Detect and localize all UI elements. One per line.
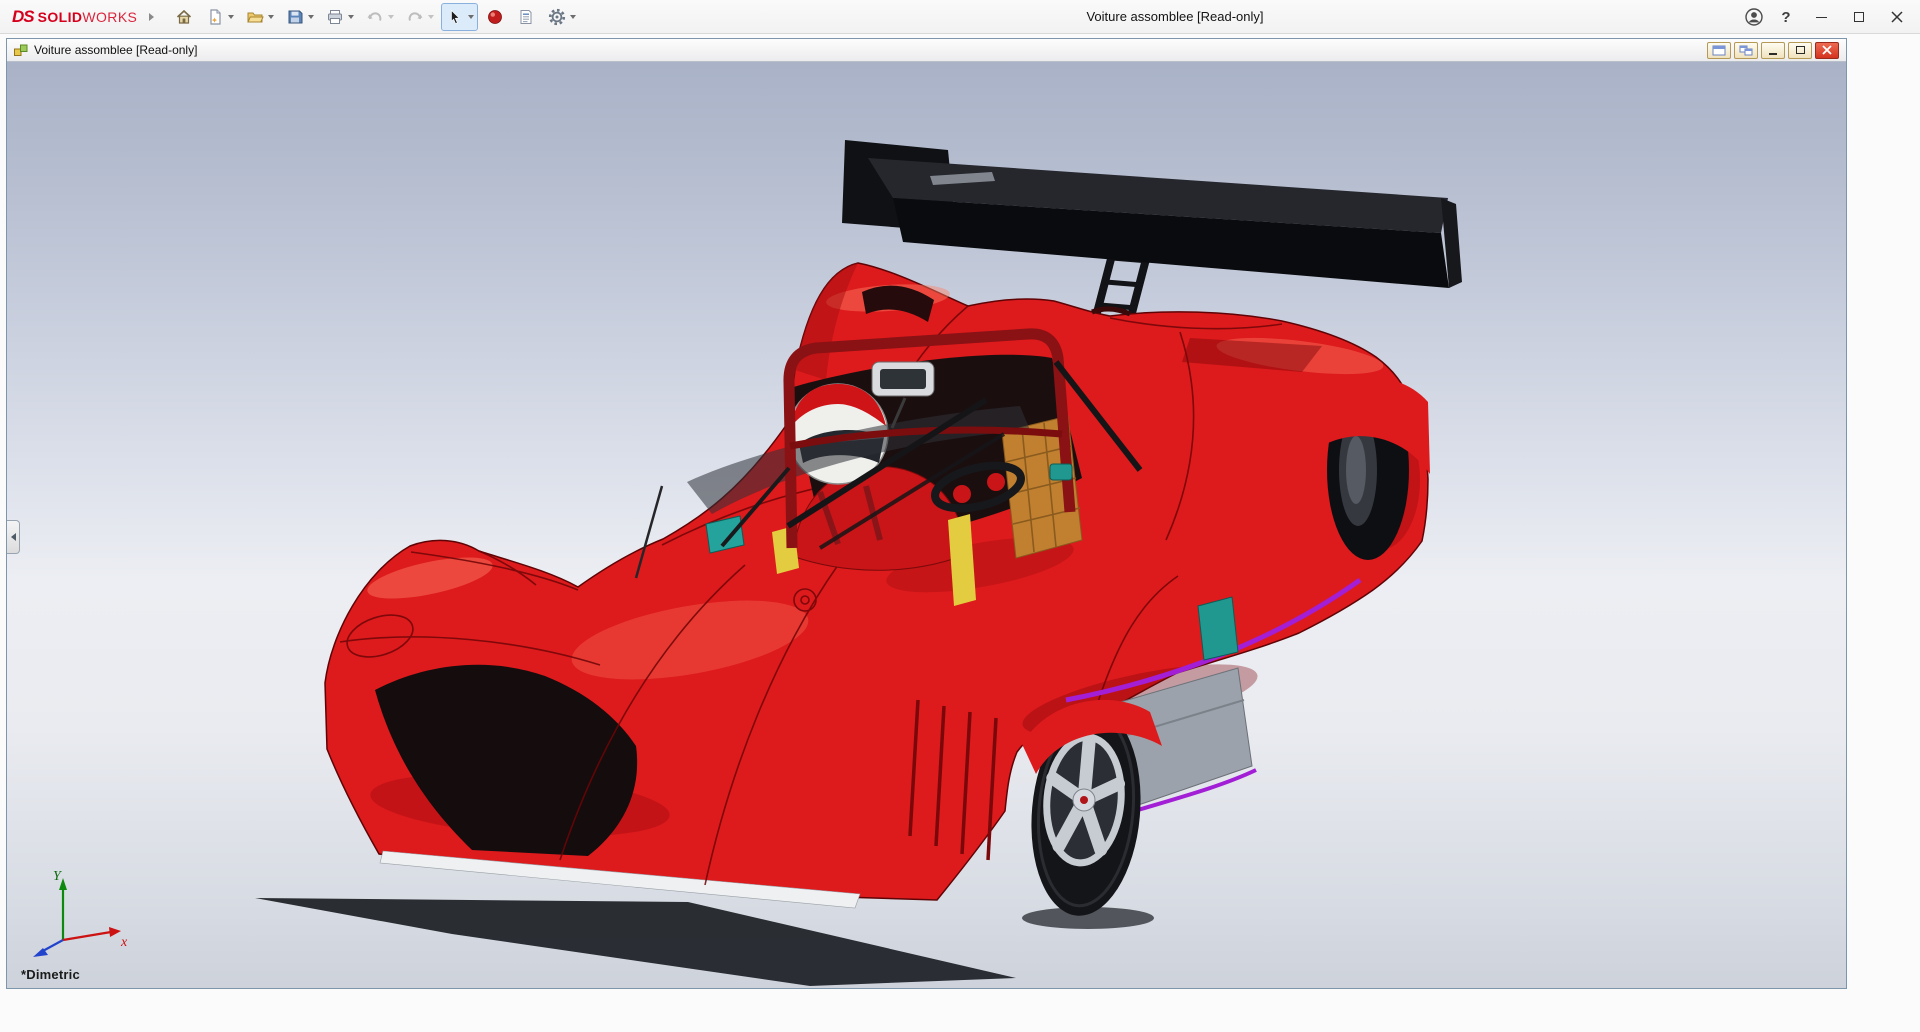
red-sphere-icon (485, 7, 505, 27)
driver-glove (953, 485, 971, 503)
main-titlebar: DS SOLIDWORKS (0, 0, 1920, 34)
document-close-button[interactable] (1815, 42, 1839, 59)
document-window: Voiture assomblee [Read-only] (6, 38, 1847, 989)
quick-access-toolbar (170, 3, 580, 31)
featuremanager-collapsed-tab[interactable] (7, 520, 20, 554)
close-icon (1891, 11, 1903, 23)
redo-button[interactable] (401, 3, 438, 31)
titlebar-right-controls: ? (1738, 0, 1916, 34)
save-button[interactable] (281, 3, 318, 31)
select-arrow-icon (445, 7, 465, 27)
graphics-viewport[interactable]: Y x *Dimetric (7, 62, 1846, 988)
dropdown-caret-icon[interactable] (228, 15, 234, 19)
brand-works: WORKS (82, 9, 137, 25)
file-properties-icon (516, 7, 536, 27)
reference-triad: Y x (23, 862, 133, 962)
ground-shadow (255, 898, 1016, 986)
save-icon (285, 7, 305, 27)
minimize-icon (1816, 17, 1827, 18)
maximize-icon (1854, 12, 1864, 22)
open-folder-icon (245, 7, 265, 27)
window-layout-button-2[interactable] (1734, 42, 1758, 59)
print-button[interactable] (321, 3, 358, 31)
solidworks-logo: DS SOLIDWORKS (12, 7, 137, 27)
x-axis (63, 932, 111, 940)
dropdown-caret-icon[interactable] (308, 15, 314, 19)
document-title: Voiture assomblee [Read-only] (34, 43, 197, 57)
close-icon (1822, 45, 1832, 55)
minimize-icon (1769, 53, 1777, 55)
dropdown-caret-icon[interactable] (468, 15, 474, 19)
close-button[interactable] (1878, 1, 1916, 33)
undo-icon (365, 7, 385, 27)
maximize-icon (1796, 46, 1805, 54)
account-button[interactable] (1738, 2, 1770, 32)
window-title: Voiture assomblee [Read-only] (620, 0, 1730, 34)
open-button[interactable] (241, 3, 278, 31)
document-minimize-button[interactable] (1761, 42, 1785, 59)
scene-canvas[interactable] (7, 62, 1846, 988)
solidworks-wordmark: SOLIDWORKS (38, 9, 138, 25)
dropdown-caret-icon[interactable] (348, 15, 354, 19)
assembly-document-icon (13, 42, 29, 58)
document-maximize-button[interactable] (1788, 42, 1812, 59)
new-document-icon (205, 7, 225, 27)
window-layout-button-1[interactable] (1707, 42, 1731, 59)
x-axis-label: x (120, 935, 128, 950)
dropdown-caret-icon[interactable] (570, 15, 576, 19)
toolbar-flyout-arrow-icon[interactable] (149, 13, 154, 21)
dassault-logo-icon: DS (12, 7, 34, 27)
new-document-button[interactable] (201, 3, 238, 31)
y-axis-label: Y (53, 869, 63, 884)
document-titlebar[interactable]: Voiture assomblee [Read-only] (7, 39, 1846, 62)
help-icon: ? (1781, 9, 1790, 26)
right-mirror (1050, 464, 1072, 480)
undo-button[interactable] (361, 3, 398, 31)
print-icon (325, 7, 345, 27)
document-window-controls (1707, 42, 1842, 59)
side-window[interactable] (1198, 597, 1238, 660)
driver-glove (987, 473, 1005, 491)
home-button[interactable] (170, 3, 198, 31)
redo-icon (405, 7, 425, 27)
dropdown-caret-icon (428, 15, 434, 19)
window-icon (1712, 45, 1726, 56)
gear-icon (547, 7, 567, 27)
dropdown-caret-icon[interactable] (268, 15, 274, 19)
dropdown-caret-icon (388, 15, 394, 19)
maximize-button[interactable] (1840, 1, 1878, 33)
minimize-button[interactable] (1802, 1, 1840, 33)
select-tool-button[interactable] (441, 3, 478, 31)
user-avatar-icon (1744, 7, 1764, 27)
home-icon (174, 7, 194, 27)
options-button[interactable] (543, 3, 580, 31)
chevron-left-icon (11, 533, 16, 541)
brand-solid: SOLID (38, 9, 83, 25)
file-properties-button[interactable] (512, 3, 540, 31)
help-button[interactable]: ? (1770, 2, 1802, 32)
appearances-button[interactable] (481, 3, 509, 31)
windows-tiled-icon (1739, 45, 1753, 56)
view-orientation-label: *Dimetric (21, 967, 80, 982)
